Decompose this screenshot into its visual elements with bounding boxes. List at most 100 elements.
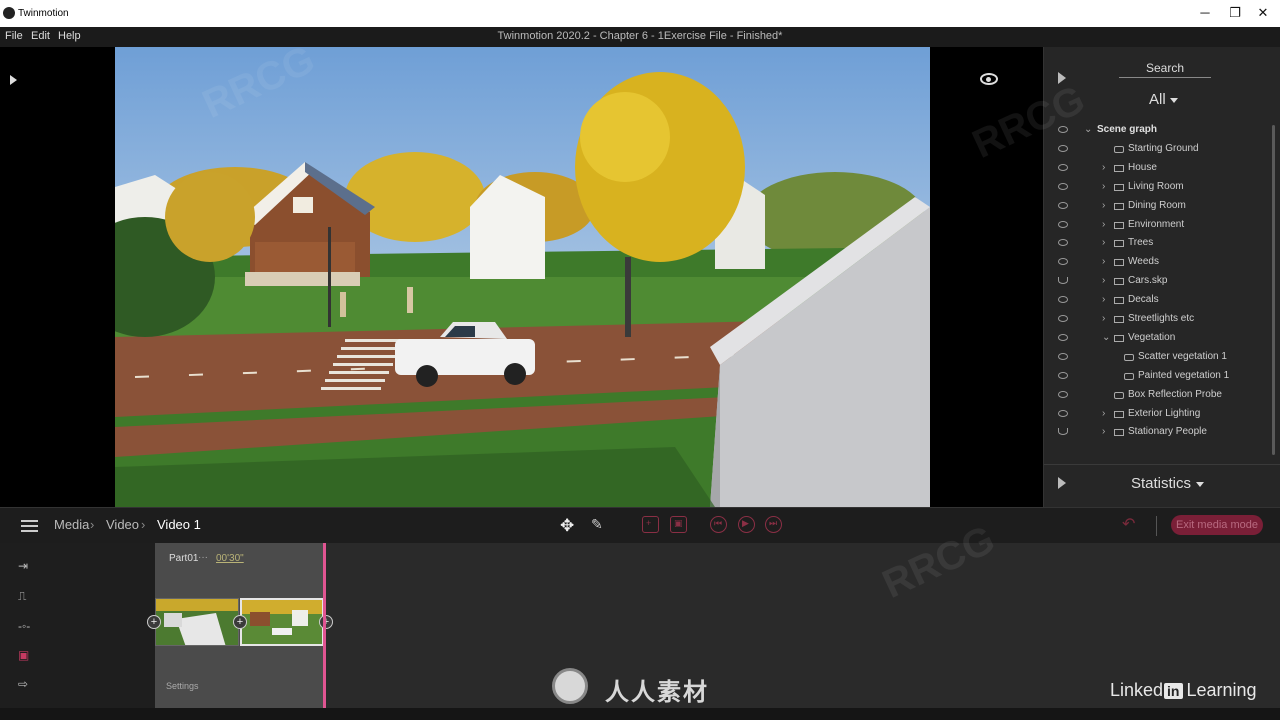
scene-graph-row[interactable]: › Cars.skp — [1044, 273, 1269, 291]
vegetation-icon — [1124, 353, 1134, 361]
menu-help[interactable]: Help — [58, 30, 81, 42]
3d-viewport[interactable] — [115, 47, 930, 507]
eye-icon[interactable] — [1058, 296, 1068, 304]
move-tool-icon[interactable]: ✥ — [560, 516, 574, 536]
add-camera-icon[interactable]: ▣ — [670, 516, 687, 533]
scene-graph-row[interactable]: › Decals — [1044, 292, 1269, 310]
transition-icon[interactable]: ⎍ — [18, 589, 42, 603]
eye-closed-icon[interactable] — [1058, 277, 1068, 285]
statistics-dropdown[interactable]: Statistics — [1131, 475, 1205, 492]
scene-graph-row[interactable]: › Living Room — [1044, 179, 1269, 197]
menu-file[interactable]: File — [5, 30, 23, 42]
breadcrumb-media[interactable]: Media — [54, 517, 89, 532]
chevron-right-icon[interactable]: › — [1102, 256, 1105, 267]
scene-graph-row[interactable]: Starting Ground — [1044, 141, 1269, 159]
pen-tool-icon[interactable]: ✎ — [591, 516, 603, 533]
part-duration[interactable]: 00'30" — [216, 553, 244, 564]
scene-graph-row[interactable]: Painted vegetation 1 — [1044, 368, 1269, 386]
eye-icon[interactable] — [1058, 182, 1068, 190]
eye-icon[interactable] — [1058, 201, 1068, 209]
eye-icon[interactable] — [1058, 258, 1068, 266]
logo-text-in: in — [1164, 683, 1183, 699]
chevron-right-icon[interactable]: › — [1102, 219, 1105, 230]
scene-graph-row[interactable]: › House — [1044, 160, 1269, 178]
scene-graph-label: Exterior Lighting — [1128, 407, 1201, 419]
app-name: Twinmotion — [18, 8, 69, 19]
chevron-down-icon[interactable]: ⌄ — [1102, 332, 1110, 343]
eye-icon[interactable] — [1058, 144, 1068, 152]
eye-icon[interactable] — [1058, 239, 1068, 247]
settings-label[interactable]: Settings — [166, 681, 199, 691]
breadcrumb-video[interactable]: Video — [106, 517, 139, 532]
scene-graph-row[interactable]: Scatter vegetation 1 — [1044, 349, 1269, 367]
eye-icon[interactable] — [1058, 163, 1068, 171]
add-clip-icon[interactable]: + — [233, 615, 247, 629]
chevron-right-icon[interactable]: › — [1102, 275, 1105, 286]
chevron-right-icon[interactable]: › — [1102, 200, 1105, 211]
import-icon[interactable]: ⇥ — [18, 559, 42, 573]
statistics-expand-icon[interactable] — [1058, 477, 1066, 489]
export-icon[interactable]: ⇨ — [18, 677, 42, 691]
search-input[interactable]: Search — [1119, 61, 1211, 78]
scene-graph-label: Decals — [1128, 294, 1159, 306]
eye-icon[interactable] — [1058, 371, 1068, 379]
eye-icon[interactable] — [1058, 220, 1068, 228]
add-clip-icon[interactable]: + — [319, 615, 333, 629]
eye-icon[interactable] — [1058, 126, 1068, 133]
panel-scrollbar[interactable] — [1272, 125, 1275, 455]
next-icon[interactable]: ⏭ — [765, 516, 782, 533]
scene-graph-row[interactable]: Box Reflection Probe — [1044, 387, 1269, 405]
chevron-right-icon[interactable]: › — [1102, 294, 1105, 305]
breadcrumb-video-1: Video 1 — [157, 517, 201, 532]
scene-graph-row[interactable]: › Weeds — [1044, 254, 1269, 272]
folder-icon — [1114, 183, 1124, 191]
maximize-button[interactable]: ❐ — [1220, 5, 1250, 21]
chevron-right-icon[interactable]: › — [1102, 426, 1105, 437]
menu-edit[interactable]: Edit — [31, 30, 50, 42]
exit-media-mode-button[interactable]: Exit media mode — [1171, 515, 1263, 535]
keyframe-icon[interactable]: -◦- — [18, 619, 42, 633]
scene-graph-row[interactable]: ⌄ Vegetation — [1044, 330, 1269, 348]
part-options-icon[interactable]: ··· — [198, 552, 208, 563]
minimize-button[interactable]: ─ — [1190, 5, 1220, 20]
close-button[interactable]: ✕ — [1248, 5, 1278, 21]
scene-graph-row[interactable]: › Trees — [1044, 235, 1269, 253]
chevron-right-icon[interactable]: › — [1102, 181, 1105, 192]
watermark-text: 人人素材 — [605, 679, 709, 706]
panel-expand-icon[interactable] — [1058, 72, 1066, 84]
eye-icon[interactable] — [1058, 390, 1068, 398]
chevron-right-icon[interactable]: › — [1102, 237, 1105, 248]
chevron-right-icon[interactable]: › — [1102, 313, 1105, 324]
filter-dropdown[interactable]: All — [1149, 91, 1178, 108]
previous-icon[interactable]: ⏮ — [710, 516, 727, 533]
eye-icon[interactable] — [1058, 315, 1068, 322]
eye-icon[interactable] — [1058, 333, 1068, 341]
left-panel-expand-icon[interactable] — [10, 75, 17, 85]
clip-thumbnail[interactable] — [155, 598, 239, 646]
eye-icon[interactable] — [980, 73, 998, 85]
timeline-playhead[interactable] — [323, 543, 326, 708]
menu-icon[interactable] — [21, 520, 38, 532]
eye-icon[interactable] — [1058, 409, 1068, 417]
eye-icon[interactable] — [1058, 352, 1068, 360]
scene-graph-row[interactable]: › Stationary People — [1044, 424, 1269, 442]
chevron-right-icon[interactable]: › — [1102, 162, 1105, 173]
chevron-right-icon[interactable]: › — [1102, 408, 1105, 419]
chevron-down-icon[interactable]: ⌄ — [1084, 124, 1092, 135]
scene-graph-row[interactable]: › Streetlights etc — [1044, 311, 1269, 329]
scene-graph-row[interactable]: › Exterior Lighting — [1044, 406, 1269, 424]
scene-graph-row[interactable]: ⌄ Scene graph — [1044, 122, 1269, 140]
vegetation-icon — [1124, 372, 1134, 380]
clip-thumbnail-selected[interactable] — [240, 598, 324, 646]
add-keyframe-icon[interactable]: + — [642, 516, 659, 533]
watermark-logo-icon — [552, 668, 588, 704]
part-name: Part01 — [169, 553, 199, 564]
scene-graph-row[interactable]: › Environment — [1044, 217, 1269, 235]
video-clip-icon[interactable]: ▣ — [18, 648, 42, 662]
add-clip-icon[interactable]: + — [147, 615, 161, 629]
folder-icon — [1114, 164, 1124, 172]
scene-graph-row[interactable]: › Dining Room — [1044, 198, 1269, 216]
eye-closed-icon[interactable] — [1058, 428, 1068, 436]
play-icon[interactable]: ▶ — [738, 516, 755, 533]
undo-icon[interactable]: ↶ — [1122, 514, 1135, 534]
